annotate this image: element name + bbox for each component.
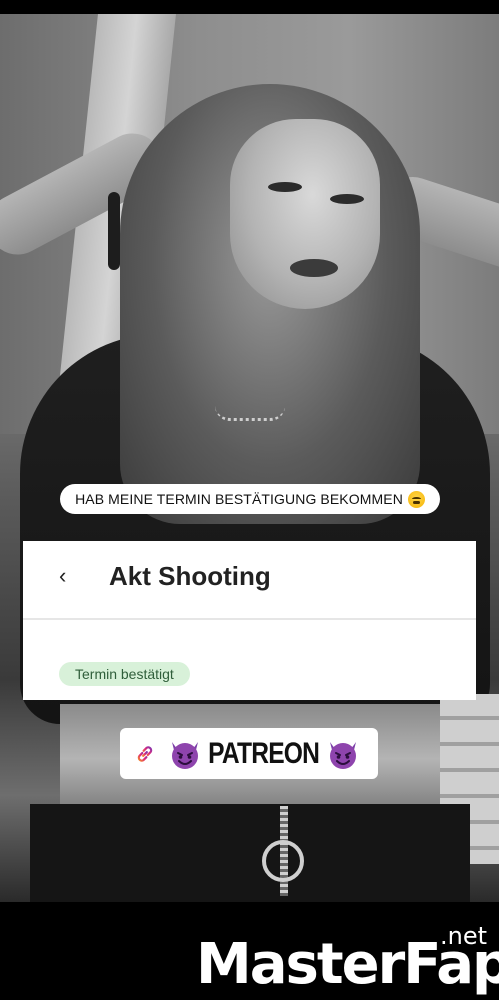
necklace: [215, 406, 285, 421]
face-with-hand-over-mouth-icon: [407, 490, 425, 508]
link-icon: [138, 745, 153, 762]
bracelet: [108, 192, 120, 270]
patreon-label: PATREON: [208, 736, 321, 770]
card-title: Akt Shooting: [109, 561, 271, 591]
back-chevron-icon[interactable]: ‹: [59, 563, 66, 589]
left-eye: [268, 182, 302, 192]
right-eye: [330, 194, 364, 204]
story-caption: HAB MEINE TERMIN BESTÄTIGUNG BEKOMMEN: [60, 484, 440, 514]
black-shorts: [30, 804, 470, 902]
smiling-devil-icon: [172, 741, 199, 769]
caption-text: HAB MEINE TERMIN BESTÄTIGUNG BEKOMMEN: [75, 491, 403, 507]
zipper-ring: [262, 840, 304, 882]
smiling-devil-icon: [329, 741, 356, 769]
watermark-bar: MasterFap .net: [0, 902, 499, 1000]
patreon-link-sticker[interactable]: PATREON: [120, 728, 378, 779]
top-bar: [0, 0, 499, 14]
card-header: ‹ Akt Shooting: [23, 541, 476, 620]
watermark-tld: .net: [440, 922, 488, 950]
appointment-card-screenshot: ‹ Akt Shooting Termin bestätigt: [23, 541, 476, 700]
lips: [290, 259, 338, 277]
face: [230, 119, 380, 309]
status-badge: Termin bestätigt: [59, 662, 190, 686]
